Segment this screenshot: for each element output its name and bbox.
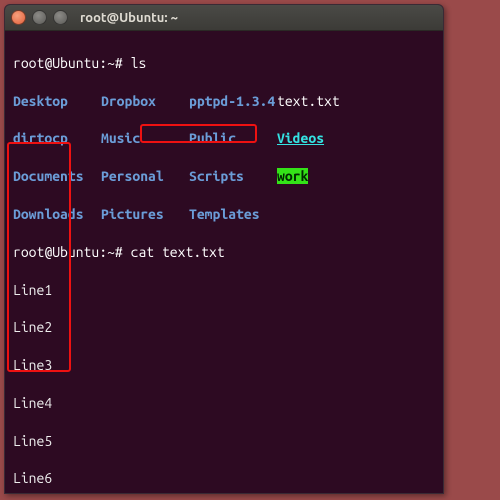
output-line: Line4 [13, 394, 435, 413]
ls-row: DocumentsPersonalScriptswork [13, 167, 435, 186]
ls-item-highlighted: work [277, 168, 308, 184]
close-icon[interactable] [11, 10, 26, 25]
ls-item: Desktop [13, 92, 101, 111]
ls-item: Templates [189, 205, 277, 224]
prompt: root@Ubuntu:~# [13, 244, 131, 260]
ls-item: Videos [277, 129, 365, 148]
ls-item: Dropbox [101, 92, 189, 111]
ls-item: Public [189, 129, 277, 148]
ls-item: Pictures [101, 205, 189, 224]
ls-item: Downloads [13, 205, 101, 224]
output-line: Line2 [13, 318, 435, 337]
prompt: root@Ubuntu:~# [13, 55, 131, 71]
ls-item: Documents [13, 167, 101, 186]
ls-item: Music [101, 129, 189, 148]
output-line: Line5 [13, 432, 435, 451]
titlebar[interactable]: root@Ubuntu: ~ [5, 5, 443, 31]
ls-item: pptpd-1.3.4 [189, 92, 277, 111]
terminal-window: root@Ubuntu: ~ root@Ubuntu:~# ls Desktop… [4, 4, 444, 494]
command-cat: cat text.txt [131, 244, 225, 260]
maximize-icon[interactable] [53, 10, 68, 25]
output-line: Line6 [13, 469, 435, 488]
ls-row: DownloadsPicturesTemplates [13, 205, 435, 224]
output-line: Line1 [13, 281, 435, 300]
ls-item: text.txt [277, 92, 365, 111]
ls-row: dirtocpMusicPublicVideos [13, 129, 435, 148]
terminal-body[interactable]: root@Ubuntu:~# ls DesktopDropboxpptpd-1.… [5, 31, 443, 494]
output-line: Line3 [13, 356, 435, 375]
command-ls: ls [131, 55, 147, 71]
ls-item: Scripts [189, 167, 277, 186]
ls-item: dirtocp [13, 129, 101, 148]
minimize-icon[interactable] [32, 10, 47, 25]
window-title: root@Ubuntu: ~ [80, 11, 178, 25]
ls-item: Personal [101, 167, 189, 186]
ls-row: DesktopDropboxpptpd-1.3.4text.txt [13, 92, 435, 111]
